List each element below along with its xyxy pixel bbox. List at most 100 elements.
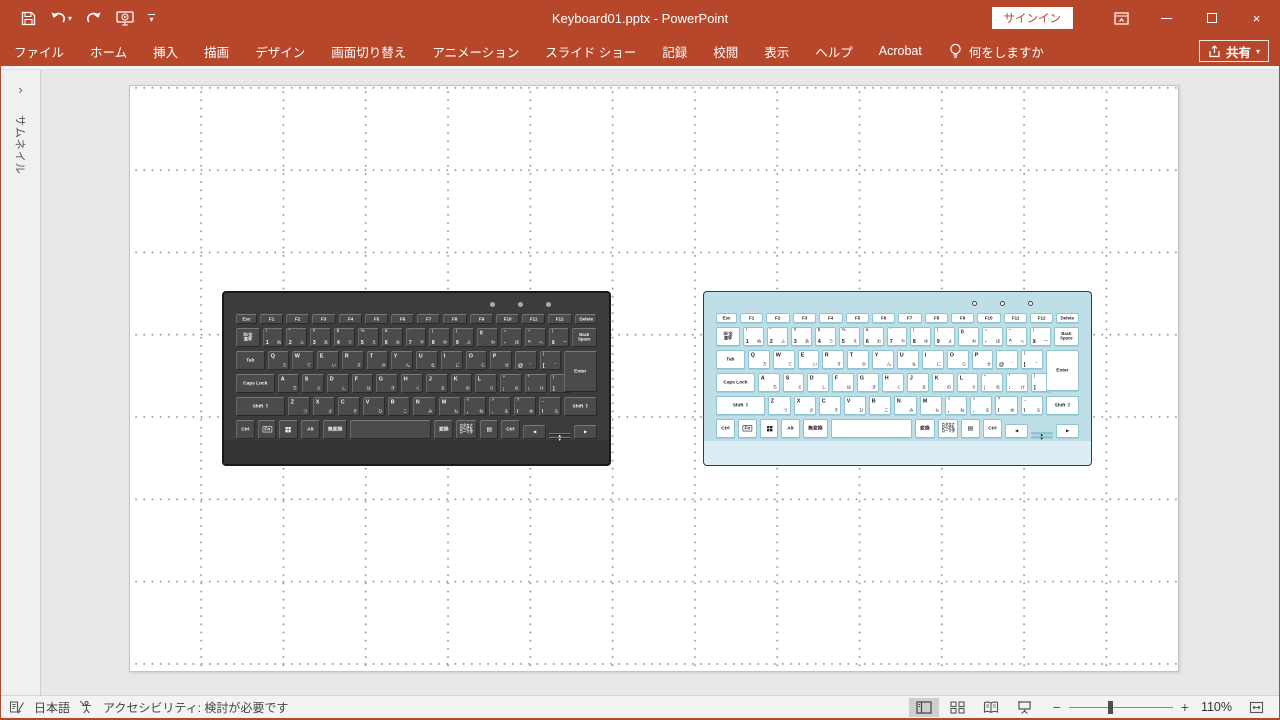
key-key: ?/め [995, 396, 1017, 415]
tab-7[interactable]: スライド ショー [532, 36, 649, 66]
tab-2[interactable]: 挿入 [140, 36, 191, 66]
zoom-in-button[interactable]: + [1181, 699, 1189, 715]
fit-slide-to-window-button[interactable] [1242, 698, 1271, 717]
tab-4[interactable]: デザイン [242, 36, 318, 66]
share-button[interactable]: 共有 ▾ [1199, 40, 1269, 62]
tab-11[interactable]: ヘルプ [802, 36, 866, 66]
led-indicator [546, 302, 551, 307]
key-key: >.る [970, 396, 992, 415]
key-v: Vひ [844, 396, 866, 415]
key-key: =-ほ [982, 327, 1003, 346]
windows-logo-icon [766, 426, 771, 431]
key-f11: F11 [522, 314, 545, 324]
normal-view-button[interactable] [909, 698, 939, 717]
key-t: Tか [367, 351, 389, 370]
zoom-slider[interactable] [1069, 707, 1173, 708]
led-indicator [490, 302, 495, 307]
key-f12: F12 [1030, 313, 1053, 323]
reading-view-button[interactable] [976, 698, 1006, 717]
accessibility-status[interactable]: アクセシビリティ: 検討が必要です [103, 699, 288, 716]
key-esc: Esc [716, 313, 737, 323]
key-9: )9よ [934, 327, 955, 346]
tab-0[interactable]: ファイル [1, 36, 77, 66]
key-key: {[゜ [1021, 350, 1043, 369]
tell-me-label: 何をしますか [969, 42, 1044, 61]
key-0: 0わ [958, 327, 979, 346]
key-enter: Enter [564, 351, 597, 392]
accessibility-icon[interactable] [79, 700, 94, 714]
key-f2: F2 [286, 314, 309, 324]
save-icon[interactable] [21, 11, 36, 26]
key-o: Oら [947, 350, 969, 369]
key-hankaku-zenkaku: 半/全 漢字 [236, 328, 260, 347]
powerpoint-window: ▾ ▾ Keyboard01.pptx - PowerPoint サインイン × [0, 0, 1280, 720]
key-a: Aち [758, 373, 780, 392]
tab-acrobat[interactable]: Acrobat [866, 36, 935, 66]
key-p: Pせ [490, 351, 512, 370]
editing-canvas: EscF1F2F3F4F5F6F7F8F9F10F11F12Delete 半/全 … [41, 70, 1279, 695]
language-indicator[interactable]: 日本語 [34, 699, 70, 716]
tab-3[interactable]: 描画 [191, 36, 242, 66]
key-f4: F4 [339, 314, 362, 324]
key-key: <,ね [945, 396, 967, 415]
undo-icon[interactable]: ▾ [50, 11, 72, 25]
tab-5[interactable]: 画面切り替え [318, 36, 419, 66]
slide-canvas[interactable]: EscF1F2F3F4F5F6F7F8F9F10F11F12Delete 半/全 … [129, 85, 1179, 672]
key-1: !1ぬ [743, 327, 764, 346]
led-indicator [518, 302, 523, 307]
slideshow-view-button[interactable] [1010, 698, 1039, 717]
tab-6[interactable]: アニメーション [419, 36, 532, 66]
key-g: Gき [376, 374, 398, 393]
key-key: ?/め [514, 397, 536, 416]
start-slideshow-icon[interactable] [116, 11, 134, 26]
key-n: Nみ [894, 396, 916, 415]
key-shift-right: Shift ⇧ [564, 397, 597, 416]
tell-me-search[interactable]: 何をしますか [949, 42, 1044, 61]
zoom-slider-handle[interactable] [1108, 701, 1113, 714]
tab-1[interactable]: ホーム [77, 36, 140, 66]
key-arrow-up: ▲ [1031, 432, 1052, 434]
key-7: '7や [887, 327, 908, 346]
zoom-out-button[interactable]: − [1053, 699, 1061, 715]
minimize-button[interactable] [1144, 0, 1189, 36]
keyboard-image-light[interactable]: EscF1F2F3F4F5F6F7F8F9F10F11F12Delete半/全 … [703, 291, 1092, 466]
zoom-level[interactable]: 110% [1201, 700, 1232, 714]
key-katakana-hiragana: カタカナ ひらがな ローマ字 [938, 419, 959, 438]
undo-caret-icon[interactable]: ▾ [68, 14, 72, 23]
redo-icon[interactable] [86, 11, 102, 25]
key-2: "2ふ [286, 328, 307, 347]
spellcheck-icon[interactable] [9, 700, 25, 714]
key-shift-right: Shift ⇧ [1046, 396, 1079, 415]
tab-9[interactable]: 校閲 [700, 36, 751, 66]
key-f1: F1 [260, 314, 283, 324]
key-f8: F8 [925, 313, 948, 323]
thumbnail-pane-collapsed[interactable]: › サムネイル [1, 70, 41, 695]
key-h: Hく [401, 374, 423, 393]
key-f6: F6 [872, 313, 895, 323]
quick-access-toolbar: ▾ ▾ [1, 11, 155, 26]
key-shift-left: Shift ⇧ [236, 397, 285, 416]
key-muhenkan: 無変換 [803, 419, 828, 438]
close-button[interactable]: × [1234, 0, 1279, 36]
sign-in-button[interactable]: サインイン [992, 7, 1074, 29]
key-arrow-up: ▲ [549, 433, 570, 435]
customize-qat-icon[interactable]: ▾ [148, 14, 155, 22]
key-key: ~^へ [525, 328, 546, 347]
tab-10[interactable]: 表示 [751, 36, 802, 66]
slide-sorter-button[interactable] [943, 698, 972, 717]
key-i: Iに [441, 351, 463, 370]
key-key: >.る [489, 397, 511, 416]
ribbon-display-options-icon[interactable] [1099, 0, 1144, 36]
tab-8[interactable]: 記録 [649, 36, 700, 66]
keyboard-row-1: EscF1F2F3F4F5F6F7F8F9F10F11F12Delete [716, 313, 1079, 323]
key-8: (8ゆ [429, 328, 450, 347]
key-f7: F7 [417, 314, 440, 324]
keyboard-image-dark[interactable]: EscF1F2F3F4F5F6F7F8F9F10F11F12Delete半/全 … [222, 291, 611, 466]
key-u: Uな [416, 351, 438, 370]
status-bar-wrap: 日本語 アクセシビリティ: 検討が必要です [1, 695, 1279, 720]
key-f6: F6 [391, 314, 414, 324]
expand-pane-chevron-icon[interactable]: › [18, 82, 22, 97]
maximize-button[interactable] [1189, 0, 1234, 36]
key-esc: Esc [236, 314, 257, 324]
key-g: Gき [857, 373, 879, 392]
